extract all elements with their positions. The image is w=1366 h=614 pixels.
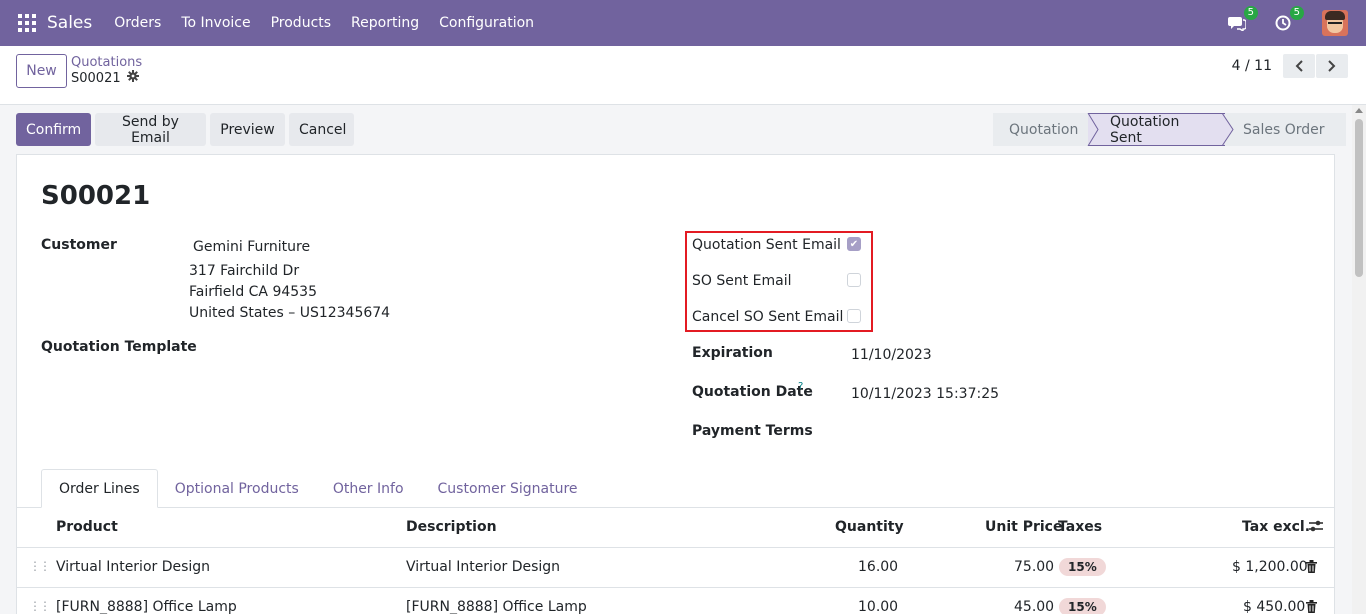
stage-quotation[interactable]: Quotation [993, 113, 1088, 146]
confirm-button[interactable]: Confirm [16, 113, 91, 146]
breadcrumb-quotations[interactable]: Quotations [71, 55, 142, 70]
menu-reporting[interactable]: Reporting [351, 15, 419, 31]
row-quantity[interactable]: 16.00 [858, 559, 898, 575]
form-action-bar: Confirm Send by Email Preview Cancel Quo… [0, 105, 1366, 155]
payment-terms-label: Payment Terms [692, 423, 813, 439]
menu-to-invoice[interactable]: To Invoice [181, 15, 250, 31]
so-sent-email-row: SO Sent Email [692, 273, 792, 289]
cancel-so-sent-email-checkbox[interactable] [847, 309, 861, 323]
row-description[interactable]: [FURN_8888] Office Lamp [406, 599, 587, 614]
so-sent-email-label: SO Sent Email [692, 273, 792, 289]
breadcrumb-current: S00021 [71, 70, 139, 86]
scroll-thumb[interactable] [1355, 119, 1363, 277]
trash-icon[interactable] [1306, 600, 1317, 614]
address-street: 317 Fairchild Dr [189, 263, 300, 279]
row-subtotal: $ 450.00 [1243, 599, 1306, 614]
user-avatar[interactable] [1322, 10, 1348, 36]
col-description[interactable]: Description [406, 519, 497, 535]
row-subtotal: $ 1,200.00 [1232, 559, 1308, 575]
row-product[interactable]: Virtual Interior Design [56, 559, 210, 575]
stage-quotation-sent-label: Quotation Sent [1110, 113, 1180, 146]
pager-next-icon[interactable] [1316, 54, 1348, 78]
chat-badge: 5 [1243, 6, 1258, 20]
tab-customer-signature[interactable]: Customer Signature [421, 469, 595, 508]
cancel-button[interactable]: Cancel [289, 113, 354, 146]
stage-sales-order-label: Sales Order [1243, 121, 1325, 138]
quotation-template-label: Quotation Template [41, 339, 197, 355]
expiration-label: Expiration [692, 345, 773, 361]
col-taxes[interactable]: Taxes [1058, 519, 1102, 535]
stage-sales-order[interactable]: Sales Order [1225, 113, 1346, 146]
main-menu: Orders To Invoice Products Reporting Con… [114, 15, 534, 31]
app-grid-icon[interactable] [18, 14, 36, 32]
breadcrumb-current-label: S00021 [71, 70, 121, 86]
menu-configuration[interactable]: Configuration [439, 15, 534, 31]
systray: 5 5 [1226, 0, 1348, 46]
address-country: United States – US12345674 [189, 305, 391, 321]
menu-products[interactable]: Products [271, 15, 331, 31]
app-brand[interactable]: Sales [47, 13, 92, 33]
address-city: Fairfield CA 94535 [189, 284, 317, 300]
cancel-so-sent-email-label: Cancel SO Sent Email [692, 309, 844, 325]
col-quantity[interactable]: Quantity [835, 519, 904, 535]
customer-address: 317 Fairchild Dr Fairfield CA 94535 Unit… [189, 261, 390, 324]
form-sheet: S00021 Customer Gemini Furniture 317 Fai… [16, 154, 1335, 614]
row-quantity[interactable]: 10.00 [858, 599, 898, 614]
menu-orders[interactable]: Orders [114, 15, 161, 31]
gear-icon[interactable] [126, 70, 139, 86]
control-panel: New Quotations S00021 4 / 11 [0, 46, 1366, 105]
preview-button[interactable]: Preview [210, 113, 285, 146]
header-divider [17, 547, 1334, 548]
status-bar: Quotation Quotation Sent Sales Order [993, 113, 1346, 146]
send-by-email-button[interactable]: Send by Email [95, 113, 206, 146]
col-unit-price[interactable]: Unit Price [985, 519, 1062, 535]
cancel-so-sent-email-row: Cancel SO Sent Email [692, 309, 843, 325]
pager-value[interactable]: 4 / 11 [1232, 58, 1272, 74]
new-button[interactable]: New [16, 54, 67, 88]
activity-badge: 5 [1289, 6, 1304, 20]
stage-quotation-sent[interactable]: Quotation Sent [1088, 113, 1225, 146]
stage-quotation-label: Quotation [1009, 121, 1079, 138]
customer-label: Customer [41, 237, 117, 253]
chat-icon[interactable]: 5 [1226, 6, 1258, 34]
col-product[interactable]: Product [56, 519, 118, 535]
row-divider [17, 587, 1334, 588]
tab-other-info[interactable]: Other Info [316, 469, 421, 508]
notebook-tabs: Order Lines Optional Products Other Info… [41, 469, 595, 508]
trash-icon[interactable] [1306, 560, 1317, 577]
drag-handle-icon[interactable]: ⋮⋮ [29, 599, 51, 613]
order-title: S00021 [41, 181, 151, 211]
pager: 4 / 11 [1232, 54, 1348, 78]
so-sent-email-checkbox[interactable] [847, 273, 861, 287]
quotation-sent-email-row: Quotation Sent Email [692, 237, 841, 253]
row-unit-price[interactable]: 75.00 [1014, 559, 1054, 575]
tax-badge[interactable]: 15% [1059, 558, 1106, 576]
row-unit-price[interactable]: 45.00 [1014, 599, 1054, 614]
help-tooltip-icon[interactable]: ? [798, 381, 803, 392]
quotation-date-field[interactable]: 10/11/2023 15:37:25 [851, 386, 999, 402]
pager-previous-icon[interactable] [1283, 54, 1315, 78]
scroll-up-icon[interactable] [1355, 108, 1363, 113]
tax-badge[interactable]: 15% [1059, 598, 1106, 614]
page-scrollbar[interactable] [1352, 105, 1366, 614]
row-product[interactable]: [FURN_8888] Office Lamp [56, 599, 237, 614]
quotation-sent-email-checkbox[interactable]: ✔ [847, 237, 861, 251]
top-navbar: Sales Orders To Invoice Products Reporti… [0, 0, 1366, 46]
expiration-field[interactable]: 11/10/2023 [851, 347, 932, 363]
row-description[interactable]: Virtual Interior Design [406, 559, 560, 575]
customer-field[interactable]: Gemini Furniture [193, 239, 310, 255]
column-settings-icon[interactable] [1308, 519, 1324, 537]
tab-order-lines[interactable]: Order Lines [41, 469, 158, 508]
quotation-date-label: Quotation Date [692, 384, 813, 400]
tab-optional-products[interactable]: Optional Products [158, 469, 316, 508]
col-tax-excl[interactable]: Tax excl. [1242, 519, 1310, 535]
quotation-sent-email-label: Quotation Sent Email [692, 237, 841, 253]
activity-clock-icon[interactable]: 5 [1272, 6, 1304, 34]
drag-handle-icon[interactable]: ⋮⋮ [29, 559, 51, 573]
